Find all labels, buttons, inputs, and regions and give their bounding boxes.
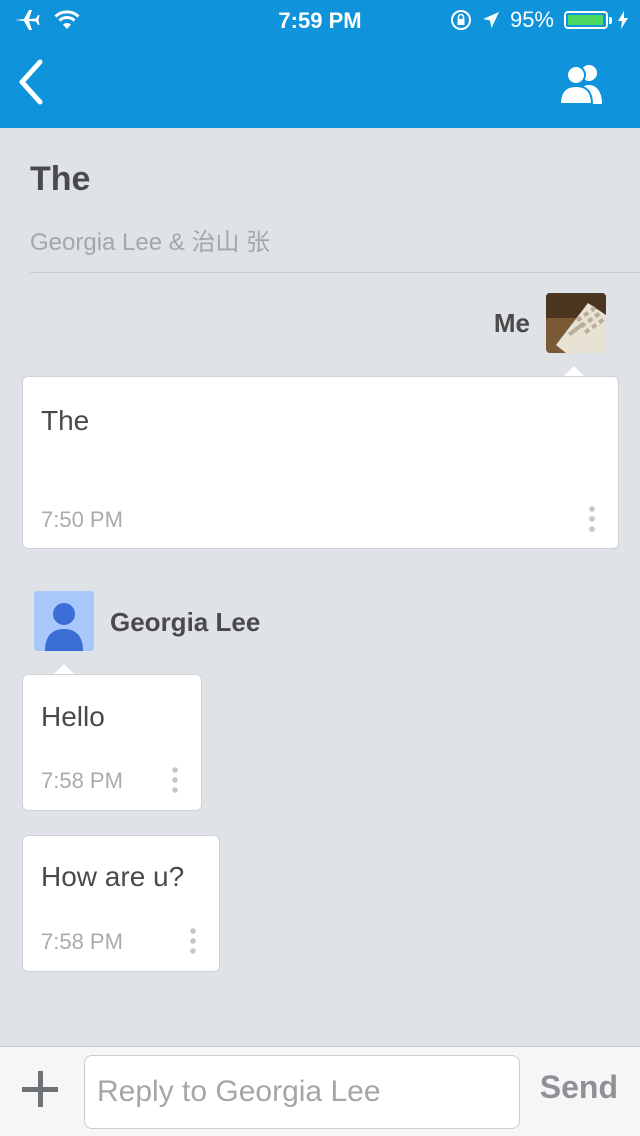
message-more-button[interactable] [587,505,597,538]
more-vertical-icon [190,928,196,954]
send-button[interactable]: Send [540,1069,618,1106]
message-time: 7:50 PM [41,507,123,532]
charging-bolt-icon [618,11,628,29]
message-bubble[interactable]: The 7:50 PM [22,376,619,549]
sender-label-me: Me [493,308,530,338]
composer-bar: Send [0,1046,640,1136]
people-icon [558,65,602,105]
conversation-title: The [30,160,91,198]
keyboard-photo-icon [546,293,606,353]
message-text: Hello [41,701,105,732]
message-more-button[interactable] [188,927,198,960]
conversation-participants: Georgia Lee & 治山 张 [30,229,271,256]
chevron-left-icon [19,59,43,105]
header-divider [30,272,640,273]
reply-input[interactable] [84,1055,520,1129]
attach-button[interactable] [22,1071,58,1107]
message-more-button[interactable] [170,766,180,799]
message-text: The [41,405,90,436]
more-vertical-icon [172,767,178,793]
avatar[interactable] [546,293,606,353]
battery-percent: 95% [509,7,554,32]
sender-label-georgia: Georgia Lee [110,607,261,637]
message-time: 7:58 PM [41,929,123,954]
battery-icon [564,11,612,29]
message-time: 7:58 PM [41,768,123,793]
rotation-lock-icon [450,10,471,30]
back-button[interactable] [14,58,54,108]
more-vertical-icon [589,506,595,532]
person-icon [45,603,83,651]
participants-button[interactable] [556,62,610,106]
status-bar: 7:59 PM 95% [0,0,640,40]
message-text: How are u? [41,861,185,892]
message-bubble[interactable]: How are u? 7:58 PM [22,835,220,972]
location-arrow-icon [482,12,499,28]
avatar[interactable] [34,591,94,651]
status-right-icons: 95% [450,7,628,32]
top-bar: 7:59 PM 95% [0,0,640,128]
message-bubble[interactable]: Hello 7:58 PM [22,674,202,811]
